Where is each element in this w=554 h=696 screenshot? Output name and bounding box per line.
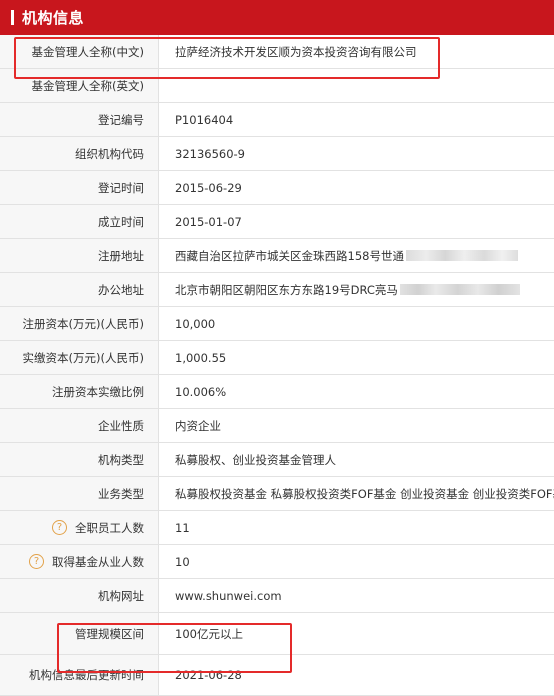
label-registered-address: 注册地址 — [0, 239, 159, 272]
value-qualified-staff: 10 — [175, 554, 190, 569]
label-institution-type: 机构类型 — [0, 443, 159, 476]
label-qualified-staff-cell: ? 取得基金从业人数 — [0, 545, 159, 578]
label-office-address: 办公地址 — [0, 273, 159, 306]
section-header: 机构信息 — [0, 0, 554, 35]
label-registration-date: 登记时间 — [0, 171, 159, 204]
row-website: 机构网址 www.shunwei.com — [0, 579, 554, 613]
row-registration-date: 登记时间 2015-06-29 — [0, 171, 554, 205]
value-registered-capital: 10,000 — [175, 316, 216, 331]
value-fulltime-staff: 11 — [175, 520, 190, 535]
label-website: 机构网址 — [0, 579, 159, 612]
row-qualified-staff: ? 取得基金从业人数 10 — [0, 545, 554, 579]
label-registration-number: 登记编号 — [0, 103, 159, 136]
header-accent-bar — [11, 10, 14, 25]
label-registered-capital: 注册资本(万元)(人民币) — [0, 307, 159, 340]
row-business-type: 业务类型 私募股权投资基金 私募股权投资类FOF基金 创业投资基金 创业投资类F… — [0, 477, 554, 511]
row-paid-in-ratio: 注册资本实缴比例 10.006% — [0, 375, 554, 409]
question-icon[interactable]: ? — [29, 554, 44, 569]
redaction-blur — [399, 284, 520, 295]
row-office-address: 办公地址 北京市朝阳区朝阳区东方东路19号DRC亮马 — [0, 273, 554, 307]
highlight-box-management-scale — [57, 623, 292, 673]
label-fulltime-staff: 全职员工人数 — [75, 520, 144, 535]
value-org-code: 32136560-9 — [175, 146, 245, 161]
question-icon[interactable]: ? — [52, 520, 67, 535]
row-fulltime-staff: ? 全职员工人数 11 — [0, 511, 554, 545]
value-registration-number: P1016404 — [175, 112, 234, 127]
value-paid-in-capital: 1,000.55 — [175, 350, 227, 365]
redaction-blur — [405, 250, 518, 261]
label-org-code: 组织机构代码 — [0, 137, 159, 170]
row-enterprise-nature: 企业性质 内资企业 — [0, 409, 554, 443]
section-title: 机构信息 — [22, 9, 85, 27]
row-paid-in-capital: 实缴资本(万元)(人民币) 1,000.55 — [0, 341, 554, 375]
row-institution-type: 机构类型 私募股权、创业投资基金管理人 — [0, 443, 554, 477]
label-qualified-staff: 取得基金从业人数 — [52, 554, 144, 569]
value-established-date: 2015-01-07 — [175, 214, 242, 229]
row-registered-capital: 注册资本(万元)(人民币) 10,000 — [0, 307, 554, 341]
row-established-date: 成立时间 2015-01-07 — [0, 205, 554, 239]
row-org-code: 组织机构代码 32136560-9 — [0, 137, 554, 171]
row-registered-address: 注册地址 西藏自治区拉萨市城关区金珠西路158号世通 — [0, 239, 554, 273]
label-established-date: 成立时间 — [0, 205, 159, 238]
value-registration-date: 2015-06-29 — [175, 180, 242, 195]
label-enterprise-nature: 企业性质 — [0, 409, 159, 442]
value-business-type: 私募股权投资基金 私募股权投资类FOF基金 创业投资基金 创业投资类FOF基金 — [175, 486, 554, 501]
value-website[interactable]: www.shunwei.com — [175, 579, 554, 612]
highlight-box-manager-name — [14, 37, 440, 79]
value-registered-address: 西藏自治区拉萨市城关区金珠西路158号世通 — [175, 248, 404, 263]
row-registration-number: 登记编号 P1016404 — [0, 103, 554, 137]
label-paid-in-capital: 实缴资本(万元)(人民币) — [0, 341, 159, 374]
value-registered-address-cell: 西藏自治区拉萨市城关区金珠西路158号世通 — [175, 239, 554, 272]
value-institution-type: 私募股权、创业投资基金管理人 — [175, 452, 336, 467]
label-business-type: 业务类型 — [0, 477, 159, 510]
value-enterprise-nature: 内资企业 — [175, 418, 221, 433]
value-paid-in-ratio: 10.006% — [175, 384, 227, 399]
label-fulltime-staff-cell: ? 全职员工人数 — [0, 511, 159, 544]
label-paid-in-ratio: 注册资本实缴比例 — [0, 375, 159, 408]
value-office-address: 北京市朝阳区朝阳区东方东路19号DRC亮马 — [175, 282, 398, 297]
value-office-address-cell: 北京市朝阳区朝阳区东方东路19号DRC亮马 — [175, 273, 554, 306]
